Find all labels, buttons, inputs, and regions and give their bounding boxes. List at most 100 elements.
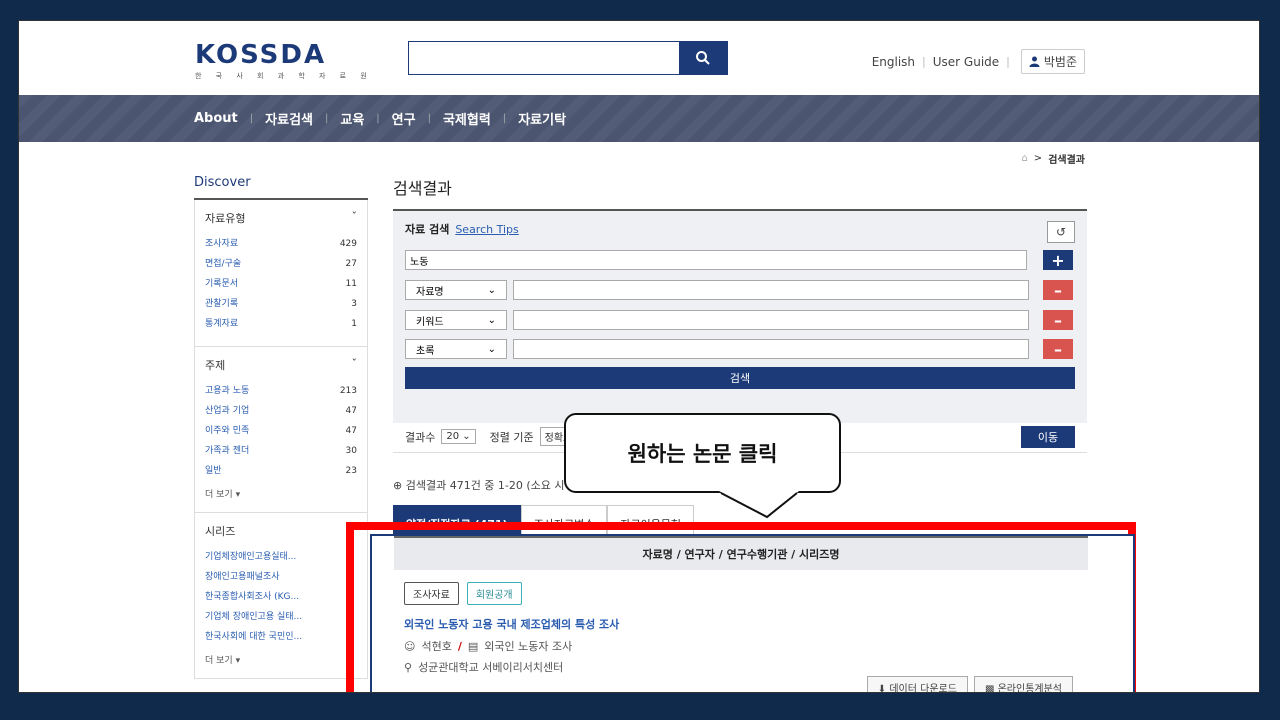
facet-item[interactable]: 한국종합사회조사 (KG... (205, 587, 357, 607)
facet-item-count: 3 (351, 299, 357, 309)
facet-item[interactable]: 이주와 민족 47 (205, 421, 357, 441)
global-search-button[interactable] (679, 42, 727, 74)
user-icon (1029, 56, 1040, 67)
english-link[interactable]: English (872, 55, 915, 69)
facet-title: 자료유형 (205, 212, 246, 225)
nav-divider: | (325, 113, 329, 124)
result-author[interactable]: 석현호 (421, 638, 451, 654)
facet-item-label: 면접/구술 (205, 259, 242, 269)
query-input[interactable]: 노동 (405, 250, 1027, 270)
user-guide-link[interactable]: User Guide (933, 55, 999, 69)
result-summary: ⊕ 검색결과 471건 중 1-20 (소요 시 (393, 477, 565, 493)
facet-item[interactable]: 한국사회에 대한 국민인... (205, 627, 357, 647)
facet-series: 시리즈 기업체장애인고용실태... 장애인고용패널조사 한국종합사회조사 (KG… (194, 513, 368, 679)
facet-item-label: 산업과 기업 (205, 406, 250, 416)
facet-item[interactable]: 장애인고용패널조사 (205, 567, 357, 587)
facet-item-label: 관찰기록 (205, 299, 239, 309)
field-input[interactable] (513, 280, 1029, 300)
facet-header[interactable]: 주제 ˇ (205, 357, 357, 373)
breadcrumb: ⌂ > 검색결과 (1021, 151, 1085, 166)
chevron-right-icon: > (1033, 153, 1043, 164)
online-analysis-button[interactable]: ▩ 온라인통계분석 (973, 676, 1073, 692)
callout-tail (719, 491, 799, 519)
facet-item-label: 장애인고용패널조사 (205, 572, 280, 582)
more-label: 더 보기 (205, 656, 233, 666)
search-panel-label: 자료 검색 (405, 223, 450, 236)
facet-item[interactable]: 산업과 기업 47 (205, 401, 357, 421)
result-count-label: 결과수 (405, 430, 436, 444)
reset-icon[interactable]: ↺ (1047, 221, 1075, 243)
download-icon: ⬇ (877, 684, 887, 693)
search-tips-link[interactable]: Search Tips (455, 223, 518, 236)
nav-about[interactable]: About (194, 111, 238, 126)
result-meta: ☺ 석현호 / ▤ 외국인 노동자 조사 (404, 638, 572, 654)
download-button[interactable]: ⬇ 데이터 다운로드 (866, 676, 968, 693)
field-select[interactable]: 자료명 ⌄ (405, 280, 507, 300)
result-series[interactable]: 외국인 노동자 조사 (484, 638, 572, 654)
more-link[interactable]: 더 보기 ▾ (205, 653, 357, 666)
nav-divider: | (249, 113, 254, 124)
facet-item-label: 통계자료 (205, 319, 239, 329)
facet-item-label: 이주와 민족 (205, 426, 250, 436)
divider: | (922, 55, 926, 68)
more-label: 더 보기 (205, 490, 233, 500)
nav-research[interactable]: 연구 (392, 109, 416, 128)
nav-data-search[interactable]: 자료검색 (265, 109, 313, 128)
global-search-input[interactable] (409, 42, 679, 74)
remove-field-button[interactable]: – (1043, 310, 1073, 330)
chevron-down-icon: ⌄ (487, 314, 496, 326)
result-title-link[interactable]: 외국인 노동자 고용 국내 제조업체의 특성 조사 (404, 616, 619, 632)
search-submit-button[interactable]: 검색 (405, 367, 1075, 389)
chevron-down-icon: ˇ (351, 357, 358, 370)
facet-item[interactable]: 일반 23 (205, 461, 357, 481)
result-count-select[interactable]: 20 ⌄ (441, 429, 476, 444)
main-content: 검색결과 자료 검색 Search Tips ↺ 노동 + 자료명 ⌄ – 키워드… (393, 175, 1087, 541)
remove-field-button[interactable]: – (1043, 280, 1073, 300)
field-select[interactable]: 키워드 ⌄ (405, 310, 507, 330)
user-profile-button[interactable]: 박범준 (1020, 49, 1085, 74)
result-table-header: 자료명 / 연구자 / 연구수행기관 / 시리즈명 (394, 536, 1088, 570)
field-select[interactable]: 초록 ⌄ (405, 339, 507, 359)
facet-title: 주제 (205, 359, 226, 372)
nav-international[interactable]: 국제협력 (443, 109, 491, 128)
facet-item-count: 30 (345, 446, 357, 456)
kossda-logo[interactable]: KOSSDA 한 국 사 회 과 학 자 료 원 (195, 41, 367, 81)
search-icon (696, 51, 710, 65)
caret-down-icon: ▾ (235, 656, 241, 666)
facet-item[interactable]: 기업체 장애인고용 실태... (205, 607, 357, 627)
facet-item[interactable]: 기록문서 11 (205, 274, 357, 294)
facet-item[interactable]: 기업체장애인고용실태... (205, 547, 357, 567)
facet-item[interactable]: 통계자료 1 (205, 314, 357, 334)
facet-header[interactable]: 자료유형 ˇ (205, 210, 357, 226)
remove-field-button[interactable]: – (1043, 339, 1073, 359)
more-link[interactable]: 더 보기 ▾ (205, 487, 357, 500)
nav-deposit[interactable]: 자료기탁 (518, 109, 566, 128)
facet-item-label: 고용과 노동 (205, 386, 250, 396)
facet-item[interactable]: 조사자료 429 (205, 234, 357, 254)
field-input[interactable] (513, 310, 1029, 330)
facet-item[interactable]: 가족과 젠더 30 (205, 441, 357, 461)
sidebar: Discover 자료유형 ˇ 조사자료 429 면접/구술 27 기록문서 11 관… (194, 175, 368, 679)
search-panel: 자료 검색 Search Tips ↺ 노동 + 자료명 ⌄ – 키워드 ⌄ – 초… (393, 211, 1087, 423)
facet-item[interactable]: 관찰기록 3 (205, 294, 357, 314)
sidebar-title: Discover (194, 175, 368, 200)
field-input[interactable] (513, 339, 1029, 359)
result-institution: ⚲ 성균관대학교 서베이리서치센터 (404, 659, 563, 675)
nav-divider: | (502, 113, 507, 124)
go-button[interactable]: 이동 (1021, 426, 1075, 448)
facet-item[interactable]: 면접/구술 27 (205, 254, 357, 274)
user-name: 박범준 (1043, 55, 1077, 69)
facet-item-count: 11 (345, 279, 357, 289)
chevron-down-icon: ⌄ (487, 343, 496, 355)
global-search (408, 41, 728, 75)
page-title: 검색결과 (393, 175, 1087, 211)
facet-item[interactable]: 고용과 노동 213 (205, 381, 357, 401)
sort-label: 정렬 기준 (489, 430, 534, 444)
facet-item-count: 27 (345, 259, 357, 269)
facet-item-count: 47 (345, 426, 357, 436)
person-icon: ☺ (404, 639, 416, 653)
nav-education[interactable]: 교육 (340, 109, 364, 128)
home-icon[interactable]: ⌂ (1021, 153, 1027, 164)
add-field-button[interactable]: + (1043, 250, 1073, 270)
facet-header[interactable]: 시리즈 (205, 523, 357, 539)
